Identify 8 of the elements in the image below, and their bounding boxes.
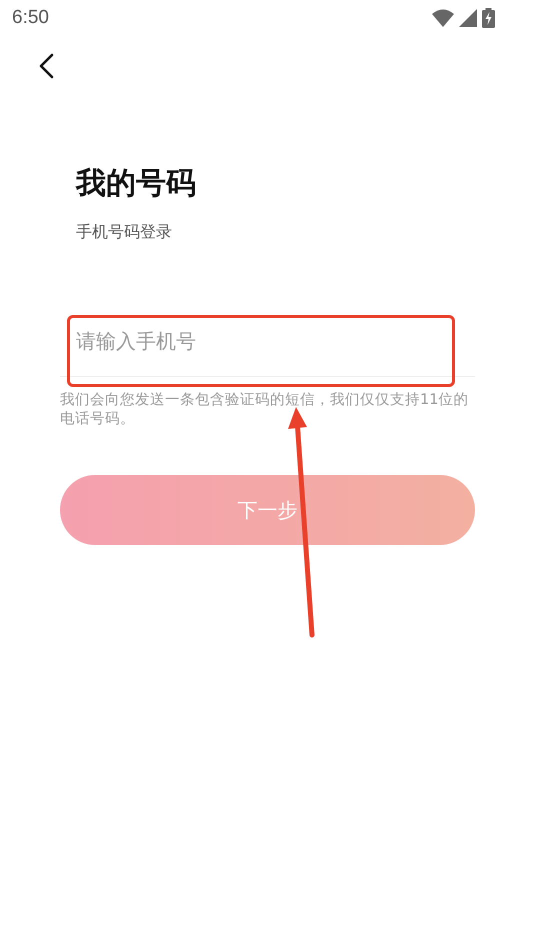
page-title: 我的号码: [76, 165, 197, 203]
back-icon[interactable]: [38, 53, 54, 79]
subtitle: 手机号码登录: [76, 222, 173, 243]
hint-text: 我们会向您发送一条包含验证码的短信，我们仅仅支持11位的电话号码。: [60, 391, 470, 429]
status-time: 6:50: [12, 7, 49, 29]
wifi-icon: [432, 9, 454, 27]
battery-charging-icon: [482, 8, 495, 28]
signal-icon: [459, 9, 477, 27]
